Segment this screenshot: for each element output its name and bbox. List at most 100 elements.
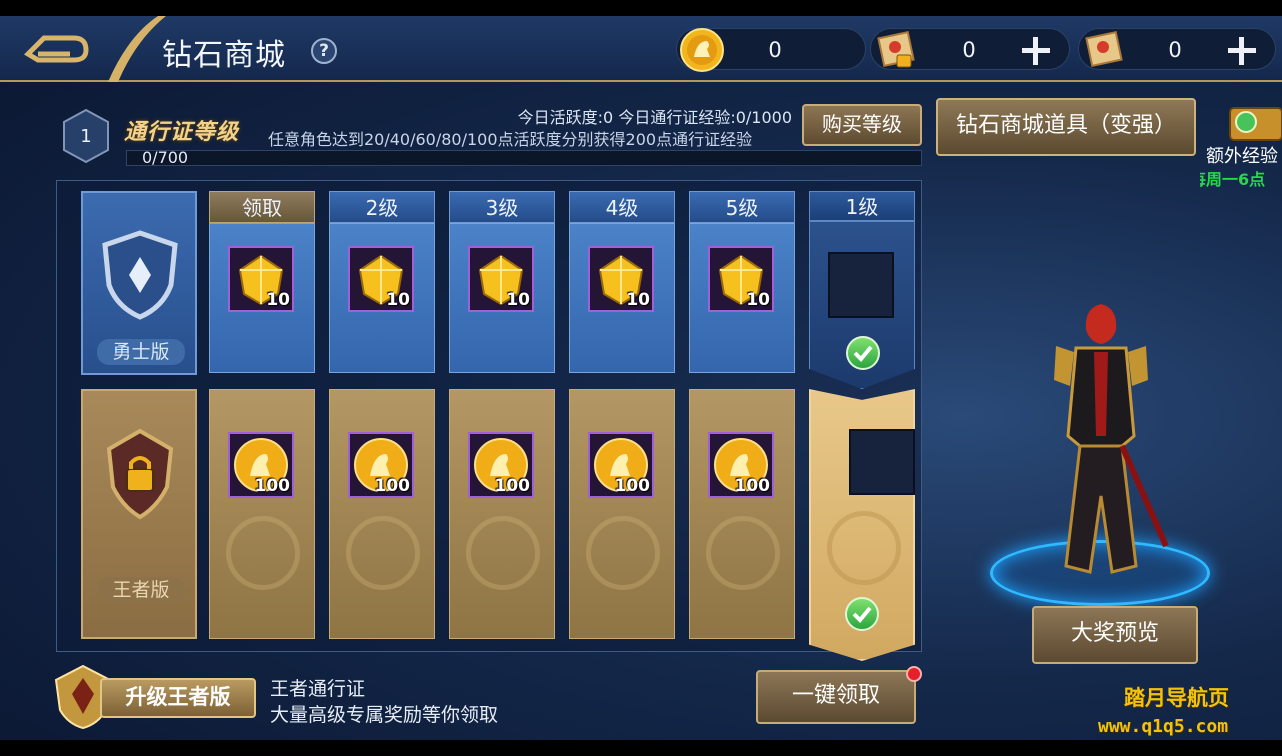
ticket-a-plus-button[interactable] [1019,33,1053,67]
ticket-b-plus-button[interactable] [1225,33,1259,67]
item-count: 10 [266,290,290,310]
diamond-item-slot[interactable]: 10 [708,246,774,312]
hero-showcase [980,290,1220,620]
paid-reward-cell: 100 [569,389,675,639]
king-tier-label: 王者版 [97,577,185,603]
item-count: 100 [494,476,531,496]
reward-column: 5级 10 100 [689,191,795,653]
item-count: 100 [614,476,651,496]
check-icon [846,336,880,370]
item-count: 10 [746,290,770,310]
wheel-decoration [706,516,780,590]
paid-reward-cell: 100 [689,389,795,639]
extra-exp-widget[interactable]: 额外经验 每周一6点 [1200,98,1282,188]
coin-item-slot[interactable]: 100 [228,432,294,498]
diamond-item-slot[interactable]: 10 [228,246,294,312]
pass-info: 1 通行证等级 今日活跃度:0 今日通行证经验:0/1000 任意角色达到20/… [56,98,926,170]
ticket-b-value: 0 [1168,38,1182,62]
item-count: 100 [374,476,411,496]
notification-dot [906,666,922,682]
ticket-a-value: 0 [962,38,976,62]
back-button[interactable] [23,26,90,70]
level-header: 3级 [449,191,555,223]
help-icon[interactable]: ? [311,38,337,64]
paid-reward-cell: 100 [449,389,555,639]
item-count: 100 [734,476,771,496]
coin-item-slot[interactable]: 100 [588,432,654,498]
top-bar: 钻石商城 ? 0 0 0 [0,16,1282,82]
level-header: 5级 [689,191,795,223]
grand-prize-preview-button[interactable]: 大奖预览 [1032,606,1198,664]
free-reward-cell: 10 [209,223,315,373]
king-tier-card: 王者版 [81,389,197,639]
diamond-item-slot[interactable]: 10 [588,246,654,312]
letterbox-top [0,0,1282,16]
empty-reward-slot[interactable] [828,252,894,318]
item-count: 100 [254,476,291,496]
warrior-shield-icon [102,230,178,320]
wheel-decoration [466,516,540,590]
king-pass-description: 大量高级专属奖励等你领取 [270,704,499,726]
diamond-item-slot[interactable]: 10 [348,246,414,312]
empty-reward-slot[interactable] [849,429,915,495]
treasure-chest-icon [1229,107,1282,141]
reward-column: 3级 10 100 [449,191,555,653]
reward-column: 领取 10 100 [209,191,315,653]
king-pass-title: 王者通行证 [270,678,366,700]
pass-description: 任意角色达到20/40/60/80/100点活跃度分别获得200点通行证经验 [268,130,753,149]
letterbox-bottom [0,740,1282,756]
watermark-url: www.q1q5.com [1098,716,1229,737]
paid-reward-cell: 100 [329,389,435,639]
page-title: 钻石商城 [162,38,286,73]
item-count: 10 [386,290,410,310]
pass-xp-text: 0/700 [142,148,189,167]
back-arrow-icon [23,35,89,63]
gold-value: 0 [768,38,782,62]
reward-grid: 勇士版 王者版 领取 10 100 2级 10 100 3级 10 100 4级… [56,180,922,661]
paid-reward-cell: 100 [209,389,315,639]
extra-exp-subtext: 每周一6点 [1200,170,1266,188]
reward-column: 2级 10 100 [329,191,435,653]
warrior-tier-label: 勇士版 [97,339,185,365]
watermark-title: 踏月导航页 [1124,686,1229,710]
wheel-decoration [346,516,420,590]
coin-item-slot[interactable]: 100 [348,432,414,498]
pass-xp-bar [126,150,922,166]
buy-level-button[interactable]: 购买等级 [802,104,922,146]
current-level-header: 1级 [809,191,915,221]
pass-title: 通行证等级 [124,120,240,145]
king-emblem-lock-icon [106,428,174,520]
level-header: 2级 [329,191,435,223]
item-count: 10 [506,290,530,310]
item-count: 10 [626,290,650,310]
gold-coin-icon [680,28,724,72]
shop-items-button[interactable]: 钻石商城道具（变强） [936,98,1196,156]
warrior-tier-card: 勇士版 [81,191,197,375]
diamond-item-slot[interactable]: 10 [468,246,534,312]
level-header: 4级 [569,191,675,223]
wheel-decoration [226,516,300,590]
wheel-decoration [586,516,660,590]
locked-scroll-icon [877,31,915,68]
upgrade-king-label: 升级王者版 [100,678,256,718]
ticket-b-resource: 0 [1078,28,1276,70]
claim-all-button[interactable]: 一键领取 [756,670,916,724]
coin-item-slot[interactable]: 100 [708,432,774,498]
free-reward-cell: 10 [689,223,795,373]
free-reward-cell: 10 [329,223,435,373]
upgrade-king-button[interactable]: 升级王者版 [52,664,258,730]
coin-item-slot[interactable]: 100 [468,432,534,498]
gold-resource: 0 [676,28,866,72]
scroll-ticket-icon [1085,31,1123,67]
free-reward-cell: 10 [569,223,675,373]
wheel-decoration [827,511,901,585]
pass-level-number: 1 [80,126,92,147]
claim-header-button[interactable]: 领取 [209,191,315,223]
check-icon [845,597,879,631]
hero-character [1054,304,1169,574]
ticket-a-resource: 0 [870,28,1070,70]
reward-column: 4级 10 100 [569,191,675,653]
free-reward-cell: 10 [449,223,555,373]
current-free-cell [809,221,915,389]
extra-exp-label: 额外经验 [1206,146,1278,167]
